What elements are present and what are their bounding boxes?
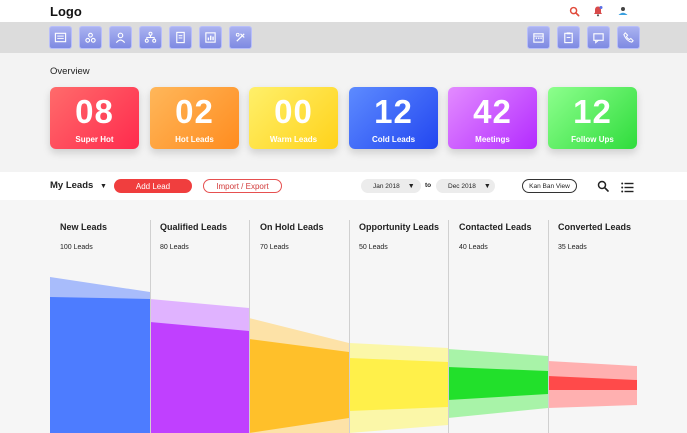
- search-icon[interactable]: [567, 4, 581, 18]
- add-lead-button[interactable]: Add Lead: [114, 179, 192, 193]
- org-chart-icon[interactable]: [139, 26, 162, 49]
- card-cold-leads[interactable]: 12 Cold Leads: [349, 87, 438, 149]
- card-label: Meetings: [475, 135, 510, 144]
- dashboard-icon[interactable]: [49, 26, 72, 49]
- card-label: Cold Leads: [371, 135, 416, 144]
- card-value: 12: [374, 93, 413, 130]
- caret-down-icon: ▼: [407, 182, 415, 190]
- stage-count: 35 Leads: [558, 244, 587, 251]
- search-icon[interactable]: [597, 179, 609, 197]
- calendar-icon[interactable]: [527, 26, 550, 49]
- funnel-on-hold-leads: [249, 339, 349, 433]
- clipboard-icon[interactable]: [557, 26, 580, 49]
- card-value: 00: [274, 93, 313, 130]
- user-icon[interactable]: [616, 4, 630, 18]
- funnel-new-leads: [50, 297, 150, 433]
- leads-toolbar: My Leads ▼ Add Lead Import / Export Jan …: [0, 172, 687, 200]
- stage-title: Converted Leads: [558, 222, 632, 232]
- stage-title: Opportunity Leads: [359, 222, 440, 232]
- stage-count: 80 Leads: [160, 244, 189, 251]
- column-divider: [150, 220, 151, 433]
- stage-count: 70 Leads: [260, 244, 289, 251]
- stage-count: 40 Leads: [459, 244, 488, 251]
- stage-title: Qualified Leads: [160, 222, 228, 232]
- my-leads-label: My Leads: [50, 180, 94, 191]
- caret-down-icon: ▼: [483, 182, 491, 190]
- stage-count: 50 Leads: [359, 244, 388, 251]
- my-leads-dropdown[interactable]: My Leads ▼: [50, 180, 107, 191]
- stage-title: New Leads: [60, 222, 108, 232]
- card-label: Hot Leads: [175, 135, 214, 144]
- card-label: Super Hot: [75, 135, 114, 144]
- user-icon[interactable]: [109, 26, 132, 49]
- stage-title: On Hold Leads: [260, 222, 324, 232]
- kanban-view-button[interactable]: Kan Ban View: [522, 179, 577, 193]
- card-super-hot[interactable]: 08 Super Hot: [50, 87, 139, 149]
- to-label: to: [425, 182, 432, 189]
- column-divider: [448, 220, 449, 433]
- leads-funnel-chart: [50, 277, 637, 433]
- list-view-icon[interactable]: [621, 180, 634, 198]
- date-to-value: Dec 2018: [448, 182, 476, 190]
- card-value: 02: [175, 93, 214, 130]
- document-icon[interactable]: [169, 26, 192, 49]
- card-label: Follow Ups: [571, 135, 614, 144]
- tools-icon[interactable]: [229, 26, 252, 49]
- card-value: 08: [75, 93, 114, 130]
- date-from-value: Jan 2018: [373, 182, 400, 190]
- funnel-qualified-leads: [150, 322, 249, 433]
- card-value: 12: [573, 93, 612, 130]
- date-from-select[interactable]: Jan 2018 ▼: [361, 179, 421, 193]
- top-bar: Logo: [0, 0, 687, 22]
- funnel-opportunity-leads: [349, 358, 448, 411]
- card-value: 42: [473, 93, 512, 130]
- message-icon[interactable]: [587, 26, 610, 49]
- phone-icon[interactable]: [617, 26, 640, 49]
- toolbar: [0, 22, 687, 53]
- date-to-select[interactable]: Dec 2018 ▼: [436, 179, 495, 193]
- notification-icon[interactable]: [591, 4, 605, 18]
- report-icon[interactable]: [199, 26, 222, 49]
- column-divider: [249, 220, 250, 433]
- network-icon[interactable]: [79, 26, 102, 49]
- overview-title: Overview: [50, 66, 90, 77]
- card-warm-leads[interactable]: 00 Warm Leads: [249, 87, 338, 149]
- card-follow-ups[interactable]: 12 Follow Ups: [548, 87, 637, 149]
- card-label: Warm Leads: [269, 135, 318, 144]
- card-meetings[interactable]: 42 Meetings: [448, 87, 537, 149]
- column-divider: [349, 220, 350, 433]
- caret-down-icon: ▼: [99, 183, 107, 190]
- stage-count: 100 Leads: [60, 244, 93, 251]
- stage-title: Contacted Leads: [459, 222, 532, 232]
- import-export-button[interactable]: Import / Export: [203, 179, 282, 193]
- column-divider: [548, 220, 549, 433]
- card-hot-leads[interactable]: 02 Hot Leads: [150, 87, 239, 149]
- logo: Logo: [50, 4, 82, 19]
